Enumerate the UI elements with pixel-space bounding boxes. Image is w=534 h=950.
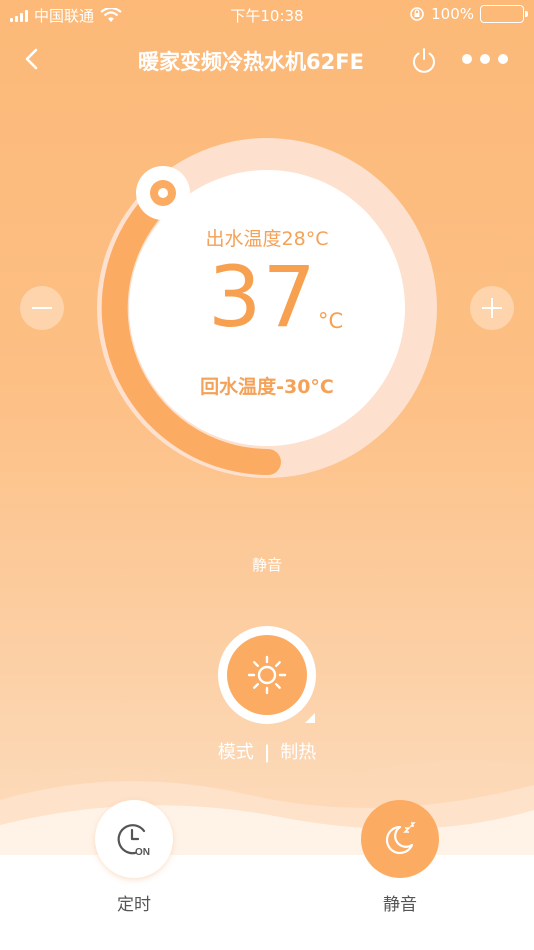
temperature-value: 37 [208, 248, 317, 346]
mute-status-text: 静音 [251, 556, 282, 574]
increase-temperature-button[interactable] [470, 286, 514, 330]
orientation-lock-icon [410, 7, 424, 21]
battery-icon [480, 5, 528, 23]
wave-background [0, 760, 534, 950]
status-bar: 中国联通 下午10:38 100% [0, 0, 534, 30]
page-title: 暖家变频冷热水机62FE [138, 50, 364, 74]
status-right: 100% [409, 5, 528, 23]
mode-button[interactable] [218, 626, 316, 724]
temperature-dial[interactable]: 出水温度28°C 37 °C 回水温度-30°C [0, 120, 534, 520]
sun-icon [247, 655, 287, 695]
temperature-unit: °C [318, 309, 344, 333]
dial-knob[interactable] [136, 166, 190, 220]
back-icon[interactable] [18, 44, 48, 74]
timer-clock-icon: ON [117, 824, 150, 858]
mode-corner-indicator [305, 713, 315, 723]
more-icon[interactable] [462, 52, 508, 66]
timer-on-text: ON [135, 847, 150, 858]
return-temperature-label: 回水温度-30°C [200, 376, 334, 398]
timer-button[interactable]: ON [95, 800, 173, 878]
power-icon[interactable] [409, 45, 439, 75]
decrease-temperature-button[interactable] [20, 286, 64, 330]
timer-label: 定时 [117, 895, 151, 915]
nav-bar: 暖家变频冷热水机62FE [0, 38, 534, 84]
mute-button[interactable] [361, 800, 439, 878]
outlet-temperature-label: 出水温度28°C [205, 228, 329, 250]
minus-icon [32, 307, 52, 309]
moon-sleep-icon [385, 822, 416, 855]
mute-label: 静音 [383, 895, 417, 915]
battery-percent: 100% [431, 5, 474, 23]
